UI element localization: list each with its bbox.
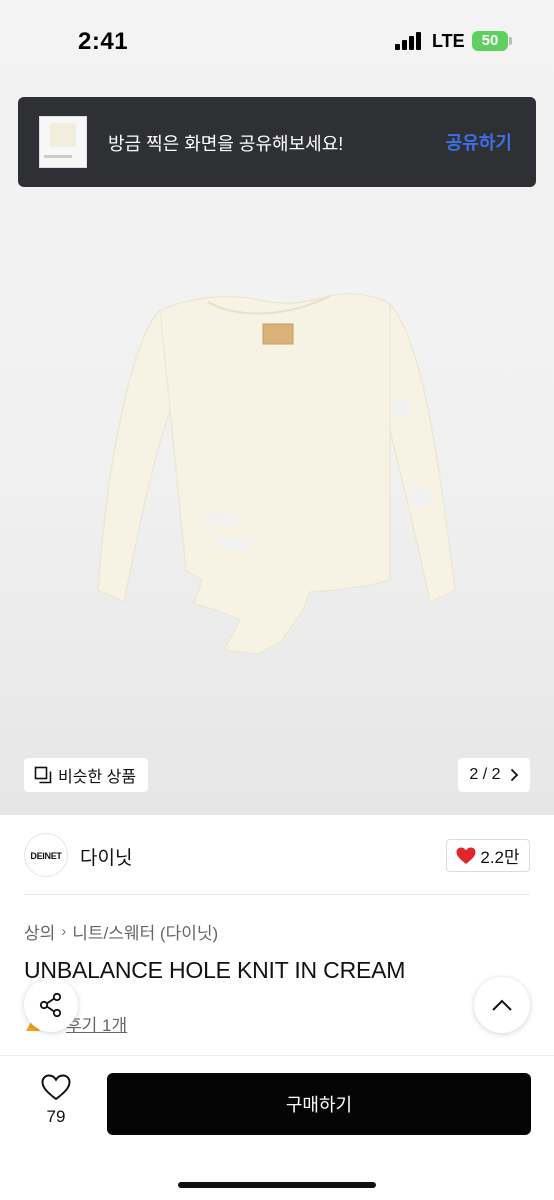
status-time: 2:41 xyxy=(78,28,129,55)
product-title: UNBALANCE HOLE KNIT IN CREAM xyxy=(24,957,406,983)
similar-items-label: 비슷한 상품 xyxy=(58,769,137,786)
breadcrumb-item[interactable]: 상의 xyxy=(24,919,55,944)
signal-icon xyxy=(395,32,425,50)
status-bar: 2:41 LTE 50 xyxy=(0,0,554,84)
share-screenshot-banner[interactable]: 방금 찍은 화면을 공유해보세요! 공유하기 xyxy=(18,97,536,187)
heart-filled-icon xyxy=(456,847,476,864)
breadcrumb-item[interactable]: 니트/스웨터 (다이닛) xyxy=(72,919,218,944)
similar-items-button[interactable]: 비슷한 상품 xyxy=(24,758,148,792)
share-button[interactable] xyxy=(24,978,78,1032)
brand-like-count: 2.2만 xyxy=(480,848,520,867)
brand-like-button[interactable]: 2.2만 xyxy=(446,839,530,872)
chevron-up-icon xyxy=(492,999,512,1011)
network-label: LTE xyxy=(432,31,465,51)
share-banner-button[interactable]: 공유하기 xyxy=(446,129,512,155)
copy-icon xyxy=(34,766,52,784)
breadcrumb: 상의 › 니트/스웨터 (다이닛) xyxy=(24,919,218,944)
seller-logo[interactable]: DEINET xyxy=(24,833,68,877)
product-image xyxy=(97,293,456,655)
battery-tip xyxy=(509,37,512,45)
scroll-to-top-button[interactable] xyxy=(474,977,530,1033)
share-banner-message: 방금 찍은 화면을 공유해보세요! xyxy=(108,134,344,154)
chevron-right-icon: › xyxy=(61,923,67,940)
home-indicator xyxy=(178,1182,376,1188)
share-icon xyxy=(39,992,62,1018)
gallery-pager[interactable]: 2 / 2 xyxy=(458,758,530,792)
battery-icon: 50 xyxy=(472,31,508,51)
divider xyxy=(24,894,530,895)
chevron-right-icon xyxy=(510,768,518,782)
screenshot-thumbnail xyxy=(39,116,87,168)
heart-outline-icon xyxy=(41,1074,71,1101)
wishlist-button[interactable]: 79 xyxy=(28,1074,84,1134)
page-indicator: 2 / 2 xyxy=(469,766,501,783)
buy-button[interactable]: 구매하기 xyxy=(107,1073,531,1135)
seller-name[interactable]: 다이닛 xyxy=(80,843,132,870)
wishlist-count: 79 xyxy=(46,1107,66,1126)
